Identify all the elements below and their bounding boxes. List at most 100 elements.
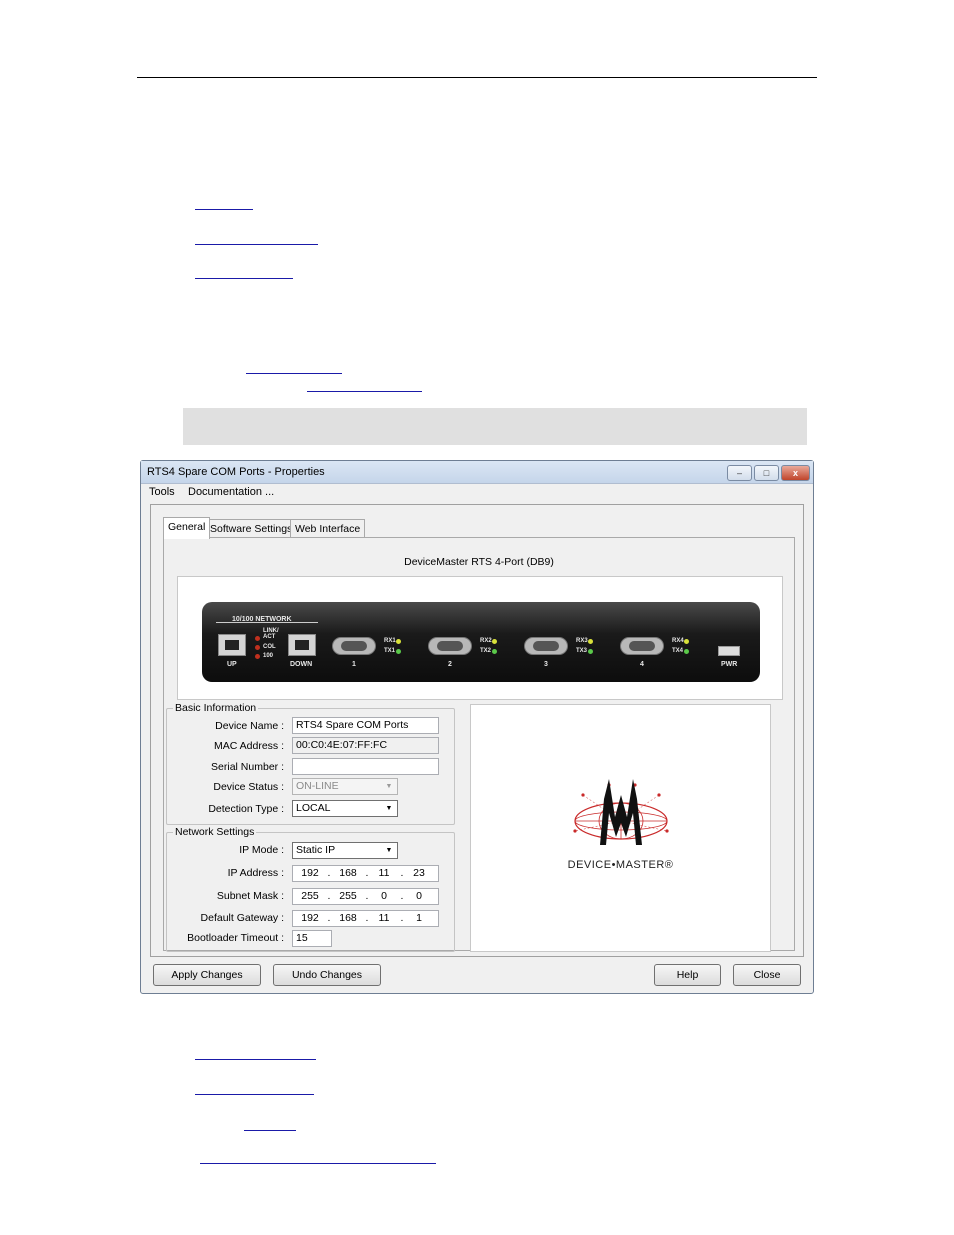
detection-type-select[interactable]: LOCAL ▼ — [292, 800, 398, 817]
device-name-field[interactable]: RTS4 Spare COM Ports — [292, 717, 439, 734]
power-connector — [718, 646, 740, 656]
led-link — [255, 636, 260, 641]
subnet-mask-field[interactable]: 255 . 255 . 0 . 0 — [292, 888, 439, 905]
minimize-icon: – — [736, 468, 742, 478]
apply-changes-button[interactable]: Apply Changes — [153, 964, 261, 986]
doc-link-1[interactable] — [195, 209, 253, 210]
menu-tools[interactable]: Tools — [149, 486, 175, 498]
close-icon: x — [792, 468, 798, 478]
ip-address-label: IP Address : — [227, 867, 284, 879]
device-status-select: ON-LINE ▼ — [292, 778, 398, 795]
close-button[interactable]: Close — [733, 964, 801, 986]
minimize-button[interactable]: – — [727, 465, 752, 481]
window-title: RTS4 Spare COM Ports - Properties — [147, 466, 325, 478]
rx3-label: RX3 — [576, 638, 588, 644]
tx4-label: TX4 — [672, 648, 684, 654]
undo-changes-button[interactable]: Undo Changes — [273, 964, 381, 986]
close-window-button[interactable]: x — [781, 465, 810, 481]
tab-web-interface[interactable]: Web Interface — [290, 519, 366, 538]
subnet-octet-1: 255 — [301, 890, 319, 902]
device-model-title: DeviceMaster RTS 4-Port (DB9) — [404, 556, 554, 568]
client-area: General Software Settings Web Interface … — [150, 504, 804, 957]
device-chassis: 10/100 NETWORK LINK/ ACT COL 100 UP DOWN… — [202, 602, 760, 682]
device-status-value: ON-LINE — [296, 780, 339, 792]
maximize-button[interactable]: □ — [754, 465, 779, 481]
network-settings-title: Network Settings — [173, 826, 257, 838]
tx2-label: TX2 — [480, 648, 492, 654]
chevron-down-icon: ▼ — [385, 805, 393, 812]
ip-octet-2: 168 — [339, 867, 357, 879]
gateway-octet-3: 11 — [378, 912, 390, 924]
serial-number-label: Serial Number : — [211, 761, 284, 773]
rx1-label: RX1 — [384, 638, 396, 644]
serial-port-1-label: 1 — [352, 661, 356, 668]
default-gateway-label: Default Gateway : — [200, 912, 284, 924]
devicemaster-logo-icon — [573, 779, 669, 845]
ip-address-field[interactable]: 192 . 168 . 11 . 23 — [292, 865, 439, 882]
serial-port-2-label: 2 — [448, 661, 452, 668]
basic-info-title: Basic Information — [173, 702, 259, 714]
default-gateway-field[interactable]: 192 . 168 . 11 . 1 — [292, 910, 439, 927]
doc-link-9[interactable] — [200, 1163, 436, 1164]
power-label: PWR — [721, 661, 738, 668]
led-col — [255, 645, 260, 650]
tx1-label: TX1 — [384, 648, 396, 654]
led-label-100: 100 — [263, 653, 274, 659]
led-tx1 — [396, 649, 401, 654]
general-tab-panel: DeviceMaster RTS 4-Port (DB9) 10/100 NET… — [163, 537, 795, 952]
title-bar[interactable]: RTS4 Spare COM Ports - Properties – □ x — [141, 461, 813, 484]
serial-port-1 — [332, 637, 376, 655]
help-button[interactable]: Help — [654, 964, 721, 986]
port-down-label: DOWN — [290, 661, 313, 668]
menu-bar: Tools Documentation ... — [141, 484, 813, 502]
subnet-octet-4: 0 — [416, 890, 422, 902]
doc-link-6[interactable] — [195, 1059, 316, 1060]
gateway-octet-1: 192 — [301, 912, 319, 924]
ip-dot: . — [327, 867, 331, 879]
chevron-down-icon: ▼ — [385, 783, 393, 790]
note-box — [183, 408, 807, 445]
led-rx1 — [396, 639, 401, 644]
subnet-mask-label: Subnet Mask : — [216, 890, 284, 902]
device-status-label: Device Status : — [213, 781, 284, 793]
ip-octet-4: 23 — [413, 867, 425, 879]
led-tx4 — [684, 649, 689, 654]
ip-mode-select[interactable]: Static IP ▼ — [292, 842, 398, 859]
doc-link-8[interactable] — [244, 1130, 296, 1131]
led-rx3 — [588, 639, 593, 644]
led-label-col: COL — [263, 644, 276, 650]
bootloader-timeout-field[interactable]: 15 — [292, 930, 332, 947]
tab-general[interactable]: General — [163, 517, 211, 539]
rx2-label: RX2 — [480, 638, 492, 644]
devicemaster-logo-text: DEVICE•MASTER® — [567, 859, 674, 871]
port-up-label: UP — [227, 661, 237, 668]
maximize-icon: □ — [763, 468, 770, 478]
serial-port-2 — [428, 637, 472, 655]
properties-window: RTS4 Spare COM Ports - Properties – □ x … — [140, 460, 814, 994]
serial-port-4-label: 4 — [640, 661, 644, 668]
doc-link-7[interactable] — [195, 1094, 314, 1095]
page-header-rule — [137, 77, 817, 78]
ip-dot: . — [327, 890, 331, 902]
mac-address-label: MAC Address : — [213, 740, 284, 752]
doc-link-4[interactable] — [246, 373, 342, 374]
serial-port-3-label: 3 — [544, 661, 548, 668]
detection-type-value: LOCAL — [296, 802, 331, 814]
led-tx3 — [588, 649, 593, 654]
menu-documentation[interactable]: Documentation ... — [188, 486, 274, 498]
led-100 — [255, 654, 260, 659]
subnet-octet-2: 255 — [339, 890, 357, 902]
logo-panel: DEVICE•MASTER® — [470, 704, 771, 952]
led-label-link: LINK/ ACT — [263, 628, 279, 640]
doc-link-3[interactable] — [195, 278, 293, 279]
serial-port-3 — [524, 637, 568, 655]
tab-software-settings[interactable]: Software Settings — [205, 519, 298, 538]
ip-mode-label: IP Mode : — [239, 844, 284, 856]
ip-mode-value: Static IP — [296, 844, 336, 856]
doc-link-2[interactable] — [195, 244, 318, 245]
serial-number-field[interactable] — [292, 758, 439, 775]
led-rx4 — [684, 639, 689, 644]
serial-port-4 — [620, 637, 664, 655]
doc-link-5[interactable] — [307, 391, 422, 392]
port-down — [288, 634, 316, 656]
